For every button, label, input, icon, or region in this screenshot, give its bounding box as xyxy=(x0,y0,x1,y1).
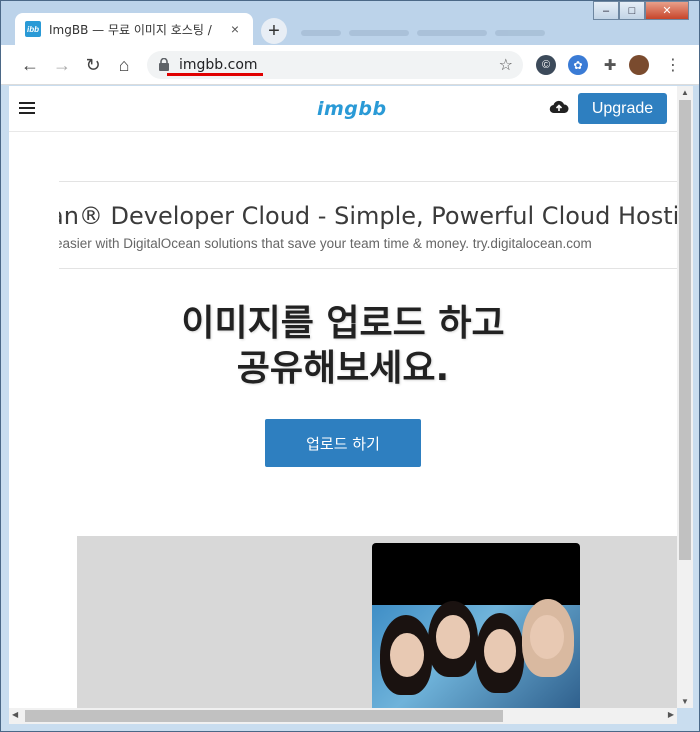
ad-title: an® Developer Cloud - Simple, Powerful C… xyxy=(59,202,677,230)
cloud-upload-icon[interactable] xyxy=(549,99,569,115)
close-window-button[interactable]: ✕ xyxy=(645,1,689,20)
browser-menu-icon[interactable]: ⋮ xyxy=(663,55,683,75)
back-arrow-icon[interactable]: ← xyxy=(18,53,42,77)
scroll-right-arrow-icon[interactable]: ▶ xyxy=(668,710,674,719)
browser-window: ibb ImgBB — 무료 이미지 호스팅 / × + – □ ✕ ← → ↻… xyxy=(0,0,700,732)
reload-icon[interactable]: ↻ xyxy=(81,53,105,77)
ad-banner[interactable]: an® Developer Cloud - Simple, Powerful C… xyxy=(59,181,677,269)
imgbb-logo[interactable]: imgbb xyxy=(317,98,387,120)
page-viewport: imgbb Upgrade an® Developer Cloud - Simp… xyxy=(9,86,677,708)
window-controls: – □ ✕ xyxy=(593,1,689,21)
url-text: imgbb.com xyxy=(179,57,258,73)
ad-description: easier with DigitalOcean solutions that … xyxy=(59,236,592,251)
tab-title: ImgBB — 무료 이미지 호스팅 / xyxy=(49,22,212,37)
tab-imgbb[interactable]: ibb ImgBB — 무료 이미지 호스팅 / × xyxy=(15,13,253,45)
hero-heading: 이미지를 업로드 하고 공유해보세요. xyxy=(9,301,677,391)
extensions-puzzle-icon[interactable]: ✚ xyxy=(600,55,620,75)
hamburger-menu-icon[interactable] xyxy=(19,102,35,114)
horizontal-scrollbar[interactable]: ◀ ▶ xyxy=(9,708,677,724)
forward-arrow-icon[interactable]: → xyxy=(50,53,74,77)
hero-line-2: 공유해보세요. xyxy=(236,348,450,389)
background-tabs xyxy=(301,23,591,39)
home-icon[interactable]: ⌂ xyxy=(112,53,136,77)
maximize-button[interactable]: □ xyxy=(619,1,645,20)
scroll-left-arrow-icon[interactable]: ◀ xyxy=(12,710,18,719)
preview-photo xyxy=(372,543,580,708)
browser-toolbar: ← → ↻ ⌂ imgbb.com ☆ © ✿ ✚ ⋮ xyxy=(1,45,699,85)
upgrade-button[interactable]: Upgrade xyxy=(578,93,667,124)
tab-close-icon[interactable]: × xyxy=(227,21,243,37)
tab-strip: ibb ImgBB — 무료 이미지 호스팅 / × + – □ ✕ xyxy=(1,1,699,45)
scroll-up-arrow-icon[interactable]: ▲ xyxy=(681,88,689,97)
new-tab-button[interactable]: + xyxy=(261,18,287,44)
url-red-underline xyxy=(167,73,263,76)
vertical-scroll-thumb[interactable] xyxy=(679,100,691,560)
scroll-down-arrow-icon[interactable]: ▼ xyxy=(681,697,689,706)
horizontal-scroll-thumb[interactable] xyxy=(25,710,503,722)
image-preview-area xyxy=(77,536,677,708)
extension-icon-1[interactable]: © xyxy=(536,55,556,75)
profile-avatar[interactable] xyxy=(629,55,649,75)
site-header: imgbb Upgrade xyxy=(9,86,677,132)
bookmark-star-icon[interactable]: ☆ xyxy=(499,55,513,75)
hero-line-1: 이미지를 업로드 하고 xyxy=(181,303,505,344)
minimize-button[interactable]: – xyxy=(593,1,619,20)
imgbb-favicon-icon: ibb xyxy=(25,21,41,37)
vertical-scrollbar[interactable]: ▲ ▼ xyxy=(677,86,693,708)
lock-icon xyxy=(159,58,169,71)
upload-button[interactable]: 업로드 하기 xyxy=(265,419,421,467)
group-photo-image xyxy=(372,599,580,708)
extension-icon-2[interactable]: ✿ xyxy=(568,55,588,75)
